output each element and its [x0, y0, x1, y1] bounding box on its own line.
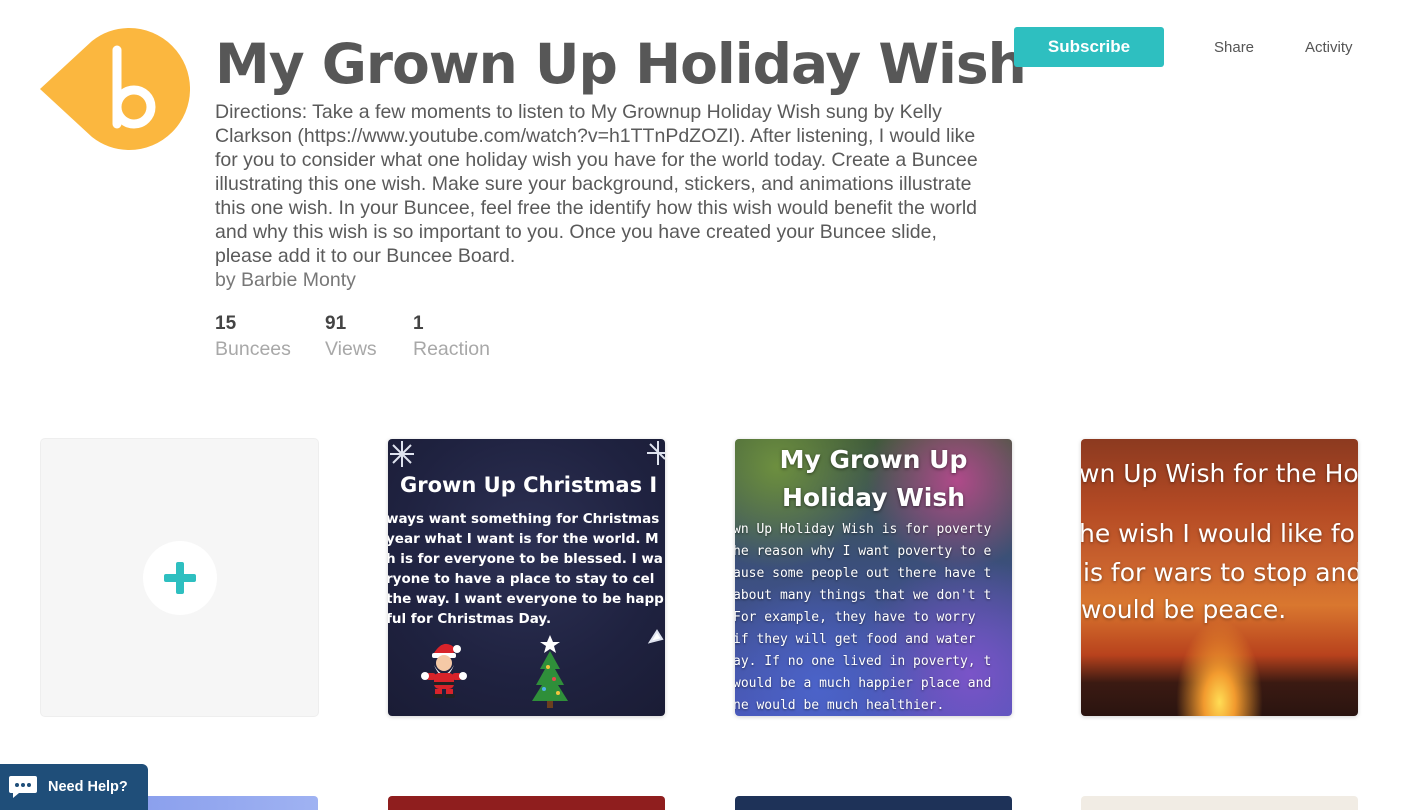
- card-heading: Grown Up Christmas I: [400, 473, 658, 497]
- need-help-label: Need Help?: [48, 779, 128, 795]
- stat-label: Buncees: [215, 338, 291, 360]
- card-heading: Holiday Wish: [781, 483, 966, 512]
- stat-buncees: 15 Buncees: [215, 312, 291, 362]
- buncee-logo[interactable]: [40, 28, 190, 150]
- activity-link[interactable]: Activity: [1305, 38, 1353, 58]
- card-line: he wish I would like fo: [1081, 519, 1355, 548]
- author-byline: by Barbie Monty: [215, 269, 356, 291]
- card-line: year what I want is for the world. M: [388, 531, 659, 547]
- christmas-tree-sticker: [532, 635, 568, 708]
- stat-label: Views: [325, 338, 377, 360]
- stat-reactions: 1 Reaction: [413, 312, 490, 362]
- add-buncee-card[interactable]: [41, 439, 318, 716]
- buncee-card[interactable]: [388, 796, 665, 810]
- card-line: ryone to have a place to stay to cel: [388, 571, 655, 587]
- page-title: My Grown Up Holiday Wish: [215, 32, 1027, 96]
- buncee-card[interactable]: Grown Up Christmas I ways want something…: [388, 439, 665, 716]
- subscribe-button[interactable]: Subscribe: [1014, 27, 1164, 67]
- card-line: wn Up Holiday Wish is for poverty: [735, 522, 992, 537]
- card-line: about many things that we don't t: [735, 588, 992, 603]
- stat-views: 91 Views: [325, 312, 377, 362]
- board-description: Directions: Take a few moments to listen…: [215, 101, 978, 267]
- share-link[interactable]: Share: [1214, 38, 1254, 58]
- stat-value: 15: [215, 313, 237, 334]
- plus-icon: [164, 562, 196, 594]
- buncee-card[interactable]: [1081, 796, 1358, 810]
- stat-value: 91: [325, 313, 347, 334]
- page: My Grown Up Holiday Wish Directions: Tak…: [0, 0, 1401, 810]
- card-line: ful for Christmas Day.: [388, 611, 552, 627]
- card-line: wn Up Wish for the Ho: [1081, 459, 1358, 488]
- card-line: the way. I want everyone to be happ: [388, 591, 664, 607]
- santa-sticker: [421, 643, 467, 698]
- card-line: would be peace.: [1081, 595, 1287, 624]
- card-line: For example, they have to worry: [735, 610, 976, 625]
- card-line: ne would be much healthier.: [735, 698, 945, 713]
- need-help-button[interactable]: Need Help?: [0, 764, 148, 810]
- card-line: ay. If no one lived in poverty, t: [735, 654, 992, 669]
- card-line: ause some people out there have t: [735, 566, 992, 581]
- card-line: would be a much happier place and: [735, 676, 992, 691]
- stat-label: Reaction: [413, 338, 490, 360]
- add-button[interactable]: [143, 541, 217, 615]
- chat-bubble-icon: [9, 776, 37, 798]
- buncee-card[interactable]: [735, 796, 1012, 810]
- card-line: he reason why I want poverty to e: [735, 544, 992, 559]
- buncee-card[interactable]: wn Up Wish for the Ho he wish I would li…: [1081, 439, 1358, 716]
- card-line: ways want something for Christmas: [388, 511, 660, 527]
- card-heading: My Grown Up: [779, 445, 968, 474]
- card-line: if they will get food and water: [735, 632, 976, 647]
- stat-value: 1: [413, 313, 424, 334]
- card-line: h is for everyone to be blessed. I wa: [388, 551, 663, 567]
- buncee-card[interactable]: My Grown Up Holiday Wish wn Up Holiday W…: [735, 439, 1012, 716]
- card-line: is for wars to stop and: [1083, 558, 1358, 587]
